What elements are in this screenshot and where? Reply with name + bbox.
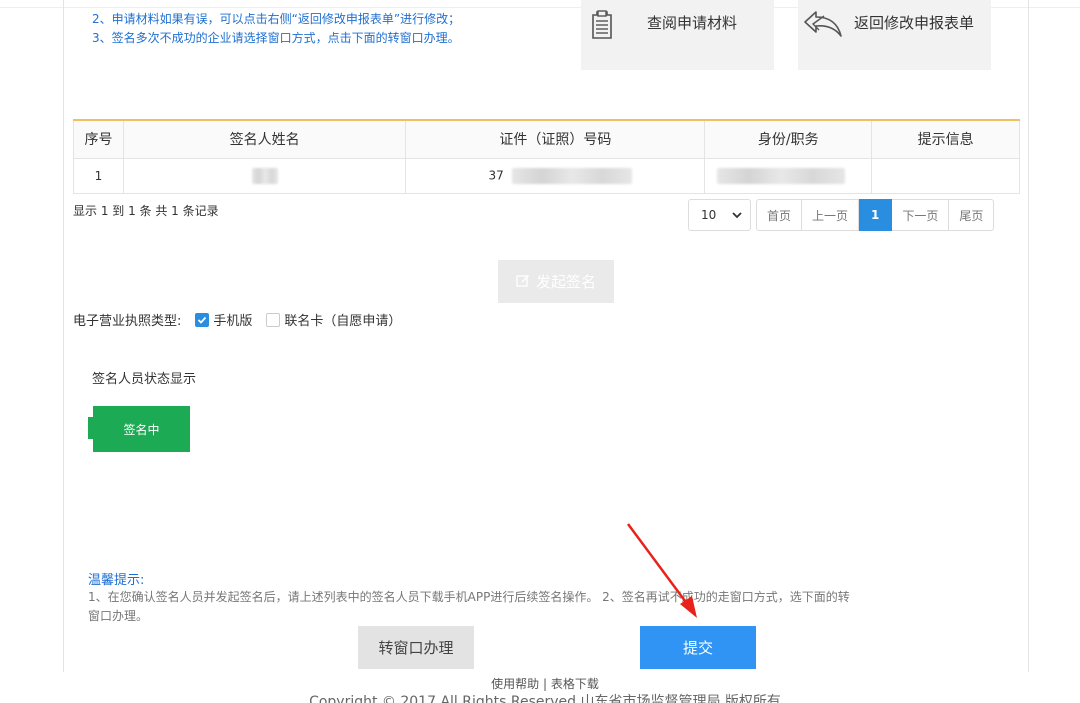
- page-size-select[interactable]: 10: [688, 199, 751, 231]
- view-materials-button[interactable]: 查阅申请材料: [581, 0, 774, 70]
- start-sign-button[interactable]: 发起签名: [498, 260, 614, 303]
- table-row: 1 37: [73, 157, 1020, 194]
- start-sign-label: 发起签名: [535, 273, 596, 291]
- reply-arrow-icon: [802, 10, 844, 38]
- cell-id-number: 37: [405, 157, 706, 194]
- mobile-option-label[interactable]: 手机版: [213, 310, 252, 329]
- signer-status-title: 签名人员状态显示: [92, 372, 197, 387]
- submit-button[interactable]: 提交: [640, 626, 756, 669]
- content-frame: [63, 0, 1029, 672]
- pagination: 10 首页 上一页 1 下一页 尾页: [688, 199, 995, 231]
- note-line-3: 3、签名多次不成功的企业请选择窗口方式，点击下面的转窗口办理。: [92, 31, 460, 45]
- page-last[interactable]: 尾页: [949, 199, 995, 231]
- license-type-label: 电子营业执照类型:: [73, 314, 182, 329]
- tips-title: 温馨提示:: [88, 573, 145, 588]
- col-index: 序号: [73, 119, 124, 159]
- check-icon: [198, 316, 207, 324]
- page-first[interactable]: 首页: [756, 199, 803, 231]
- id-prefix: 37: [488, 168, 504, 182]
- signer-status-badge: 签名中: [88, 406, 190, 452]
- page-next[interactable]: 下一页: [892, 199, 950, 231]
- transfer-window-button[interactable]: 转窗口办理: [358, 626, 474, 669]
- table-header-row: 序号 签名人姓名 证件（证照）号码 身份/职务 提示信息: [73, 119, 1020, 159]
- col-signer-name: 签名人姓名: [122, 119, 407, 159]
- back-edit-form-button[interactable]: 返回修改申报表单: [798, 0, 991, 70]
- col-id-number: 证件（证照）号码: [405, 119, 706, 159]
- col-hint: 提示信息: [871, 119, 1020, 159]
- card-checkbox[interactable]: [266, 312, 281, 327]
- view-materials-label: 查阅申请材料: [647, 14, 738, 32]
- mobile-checkbox[interactable]: [195, 312, 210, 327]
- status-badge-text: 签名中: [93, 406, 190, 452]
- chevron-down-icon: [732, 208, 742, 222]
- footer-links[interactable]: 使用帮助 | 表格下载: [0, 675, 1080, 692]
- cell-hint: [871, 157, 1020, 194]
- footer-copyright: Copyright © 2017 All Rights Reserved 山东省…: [309, 694, 781, 703]
- cell-role: [704, 157, 873, 194]
- col-role: 身份/职务: [704, 119, 873, 159]
- record-count: 显示 1 到 1 条 共 1 条记录: [73, 204, 219, 218]
- document-icon: [591, 10, 613, 40]
- note-line-2: 2、申请材料如果有误，可以点击右侧“返回修改申报表单”进行修改；: [92, 12, 461, 26]
- cell-signer-name: [122, 157, 407, 194]
- edit-icon: [516, 273, 530, 291]
- page-current[interactable]: 1: [859, 199, 893, 231]
- page-size-value: 10: [701, 208, 717, 222]
- back-edit-form-label: 返回修改申报表单: [854, 14, 975, 32]
- license-type-row: 电子营业执照类型: 手机版 联名卡（自愿申请）: [73, 310, 401, 329]
- instruction-notes: 2、申请材料如果有误，可以点击右侧“返回修改申报表单”进行修改； 3、签名多次不…: [92, 10, 460, 48]
- page-prev[interactable]: 上一页: [802, 199, 860, 231]
- card-option-label[interactable]: 联名卡（自愿申请）: [284, 310, 401, 329]
- cell-index: 1: [73, 157, 124, 194]
- signer-table: 序号 签名人姓名 证件（证照）号码 身份/职务 提示信息 1 37: [73, 119, 1020, 194]
- tips-text: 1、在您确认签名人员并发起签名后，请上述列表中的签名人员下载手机APP进行后续签…: [88, 590, 850, 623]
